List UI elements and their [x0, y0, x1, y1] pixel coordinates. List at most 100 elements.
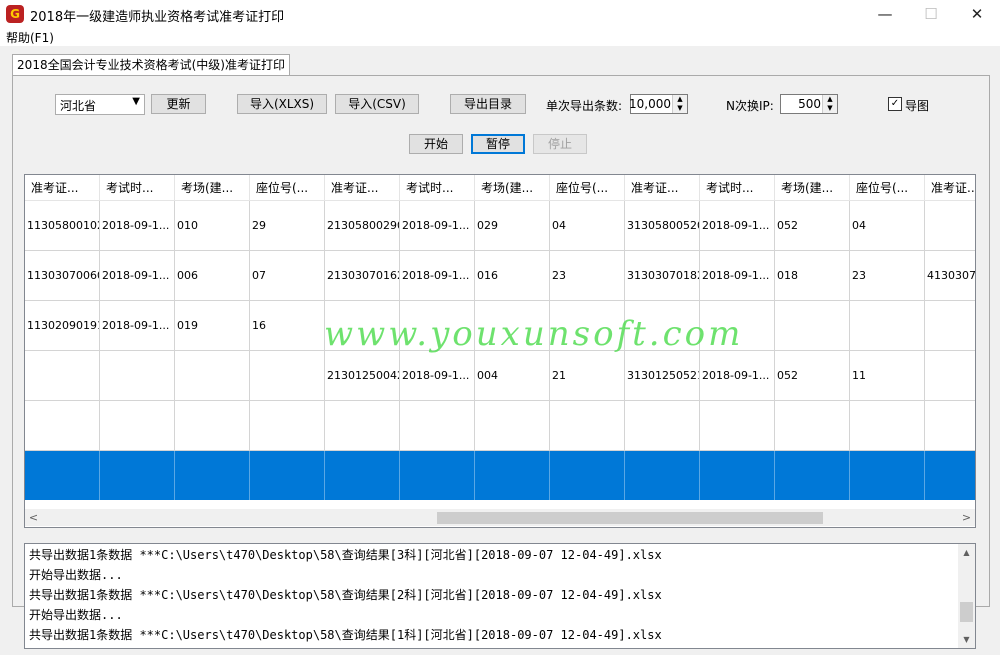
ip-switch-stepper[interactable]: 500 ▲ ▼ [780, 94, 838, 114]
table-cell[interactable] [925, 401, 975, 451]
table-cell[interactable]: 29 [250, 201, 325, 251]
table-cell[interactable]: 23 [850, 251, 925, 301]
tab-accounting-exam[interactable]: 2018全国会计专业技术资格考试(中级)准考证打印 [12, 54, 290, 76]
table-cell[interactable]: 213058002904 [325, 201, 400, 251]
import-csv-button[interactable]: 导入(CSV) [335, 94, 419, 114]
table-cell[interactable] [400, 401, 475, 451]
table-cell[interactable] [175, 401, 250, 451]
scroll-left-arrow-icon[interactable]: < [25, 509, 42, 526]
table-cell[interactable] [925, 351, 975, 401]
table-cell[interactable]: 16 [250, 301, 325, 351]
batch-size-stepper[interactable]: 10,000 ▲ ▼ [629, 94, 688, 114]
table-cell[interactable]: 113020901916 [25, 301, 100, 351]
table-cell[interactable]: 41303070 [925, 251, 975, 301]
table-cell[interactable] [775, 451, 850, 501]
column-header[interactable]: 座位号(... [250, 175, 325, 201]
table-cell[interactable] [250, 401, 325, 451]
table-cell[interactable] [175, 351, 250, 401]
column-header[interactable]: 座位号(... [550, 175, 625, 201]
log-textarea[interactable]: 共导出数据1条数据 ***C:\Users\t470\Desktop\58\查询… [24, 543, 976, 649]
table-cell[interactable] [325, 451, 400, 501]
table-cell[interactable] [25, 351, 100, 401]
table-cell[interactable] [250, 351, 325, 401]
table-cell[interactable]: 2018-09-1... [100, 201, 175, 251]
table-cell[interactable] [925, 451, 975, 501]
table-cell[interactable] [775, 301, 850, 351]
horizontal-scrollbar[interactable]: < > [25, 509, 975, 526]
pause-button[interactable]: 暂停 [471, 134, 525, 154]
table-cell[interactable]: 313030701823 [625, 251, 700, 301]
table-cell[interactable] [100, 401, 175, 451]
table-cell[interactable]: 019 [175, 301, 250, 351]
table-cell[interactable]: 23 [550, 251, 625, 301]
table-cell[interactable]: 2018-09-1... [100, 251, 175, 301]
table-cell[interactable]: 113030700607 [25, 251, 100, 301]
scroll-right-arrow-icon[interactable]: > [958, 509, 975, 526]
column-header[interactable]: 座位号(... [850, 175, 925, 201]
table-cell[interactable] [700, 401, 775, 451]
table-cell[interactable]: 2018-09-1... [700, 351, 775, 401]
table-cell[interactable] [850, 401, 925, 451]
maximize-button[interactable]: ☐ [908, 0, 954, 28]
column-header[interactable]: 考场(建... [175, 175, 250, 201]
vertical-scrollbar[interactable]: ▲ ▼ [958, 544, 975, 648]
export-image-checkbox[interactable]: ✓ [888, 97, 902, 111]
table-cell[interactable] [250, 451, 325, 501]
close-button[interactable]: ✕ [954, 0, 1000, 28]
column-header[interactable]: 准考证... [325, 175, 400, 201]
table-cell[interactable]: 2018-09-1... [700, 201, 775, 251]
table-cell[interactable]: 04 [850, 201, 925, 251]
table-cell[interactable]: 2018-09-1... [400, 201, 475, 251]
column-header[interactable]: 考试时... [400, 175, 475, 201]
table-cell[interactable]: 21 [550, 351, 625, 401]
table-cell[interactable] [925, 201, 975, 251]
table-cell[interactable] [175, 451, 250, 501]
table-cell[interactable] [625, 401, 700, 451]
table-cell[interactable]: 313058005204 [625, 201, 700, 251]
table-cell[interactable]: 2018-09-1... [700, 251, 775, 301]
table-cell[interactable]: 2018-09-1... [100, 301, 175, 351]
table-cell[interactable] [850, 301, 925, 351]
table-cell[interactable]: 313012505211 [625, 351, 700, 401]
table-cell[interactable] [25, 451, 100, 501]
table-cell[interactable] [625, 451, 700, 501]
column-header[interactable]: 准考证... [625, 175, 700, 201]
table-cell[interactable] [25, 401, 100, 451]
table-cell[interactable]: 113058001029 [25, 201, 100, 251]
update-button[interactable]: 更新 [151, 94, 206, 114]
table-cell[interactable]: 016 [475, 251, 550, 301]
vertical-scroll-thumb[interactable] [960, 602, 973, 622]
table-cell[interactable]: 2018-09-1... [400, 251, 475, 301]
table-cell[interactable] [400, 451, 475, 501]
table-cell[interactable]: 004 [475, 351, 550, 401]
table-cell[interactable]: 04 [550, 201, 625, 251]
column-header[interactable]: 考场(建... [475, 175, 550, 201]
column-header[interactable]: 准考证... [25, 175, 100, 201]
table-cell[interactable] [550, 451, 625, 501]
table-cell[interactable] [100, 451, 175, 501]
table-cell[interactable]: 052 [775, 201, 850, 251]
import-xlxs-button[interactable]: 导入(XLXS) [237, 94, 327, 114]
minimize-button[interactable]: — [862, 0, 908, 28]
table-cell[interactable] [100, 351, 175, 401]
scroll-up-arrow-icon[interactable]: ▲ [958, 544, 975, 561]
table-cell[interactable] [550, 401, 625, 451]
table-cell[interactable] [700, 451, 775, 501]
table-cell[interactable] [850, 451, 925, 501]
scroll-down-arrow-icon[interactable]: ▼ [958, 631, 975, 648]
export-directory-button[interactable]: 导出目录 [450, 94, 526, 114]
start-button[interactable]: 开始 [409, 134, 463, 154]
table-cell[interactable]: 2018-09-1... [400, 351, 475, 401]
column-header[interactable]: 考场(建... [775, 175, 850, 201]
table-cell[interactable]: 11 [850, 351, 925, 401]
table-cell[interactable]: 010 [175, 201, 250, 251]
table-cell[interactable] [775, 401, 850, 451]
table-cell[interactable]: 07 [250, 251, 325, 301]
table-cell[interactable] [475, 451, 550, 501]
table-cell[interactable] [475, 401, 550, 451]
spin-arrows-icon[interactable]: ▲ ▼ [672, 95, 687, 113]
table-cell[interactable]: 006 [175, 251, 250, 301]
table-cell[interactable] [325, 401, 400, 451]
menu-help[interactable]: 帮助(F1) [6, 29, 54, 46]
table-cell[interactable]: 018 [775, 251, 850, 301]
